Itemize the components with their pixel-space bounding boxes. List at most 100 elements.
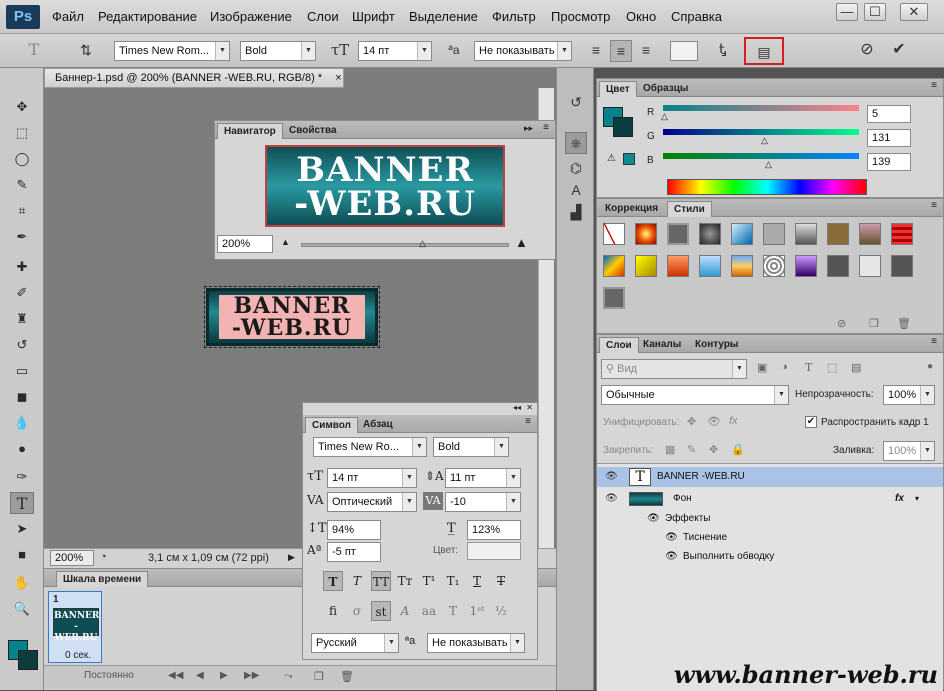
gradient-tool-icon[interactable]: ◼ [10, 386, 34, 408]
text-orientation-icon[interactable]: ⇅ [74, 40, 98, 60]
delete-style-icon[interactable]: 🗑 [897, 317, 911, 330]
char-tracking-select[interactable]: -10 ▼ [445, 492, 521, 512]
filter-adjustment-icon[interactable]: ◑ [781, 361, 788, 373]
r-slider-thumb-icon[interactable]: △ [661, 111, 668, 122]
pen-tool-icon[interactable]: ✑ [10, 466, 34, 488]
small-caps-button[interactable]: Tт [395, 571, 415, 591]
style-swatch[interactable] [827, 255, 849, 277]
b-input[interactable]: 139 [867, 153, 911, 171]
char-kerning-select[interactable]: Оптический ▼ [327, 492, 417, 512]
underline-button[interactable]: T [467, 571, 487, 591]
style-swatch[interactable] [635, 223, 657, 245]
first-frame-icon[interactable]: ◀◀ [168, 670, 183, 681]
menu-select[interactable]: Выделение [409, 9, 478, 24]
zoom-out-icon[interactable]: ▲ [281, 237, 290, 247]
style-swatch[interactable] [699, 223, 721, 245]
r-slider[interactable] [663, 105, 859, 111]
brush-tool-icon[interactable]: ✐ [10, 282, 34, 304]
blur-tool-icon[interactable]: 💧 [10, 412, 34, 434]
tab-character[interactable]: Символ [305, 417, 358, 433]
eye-icon[interactable]: 👁 [605, 467, 618, 487]
filter-pixel-icon[interactable]: ▣ [757, 361, 767, 374]
eye-icon[interactable]: 👁 [665, 528, 678, 548]
status-zoom-input[interactable]: 200% [50, 550, 94, 566]
lasso-tool-icon[interactable]: ◯ [10, 148, 34, 170]
collapse-icon[interactable]: ▸▸ [524, 123, 533, 134]
char-color-swatch[interactable] [467, 542, 521, 560]
eye-icon[interactable]: 👁 [665, 547, 678, 567]
timeline-title[interactable]: Шкала времени [56, 571, 149, 587]
tab-navigator[interactable]: Навигатор [217, 123, 283, 139]
menu-help[interactable]: Справка [671, 9, 722, 24]
color-panel-bg-swatch[interactable] [613, 117, 633, 137]
gamut-swatch[interactable] [623, 153, 635, 165]
shape-tool-icon[interactable]: ■ [10, 544, 34, 566]
char-hscale-input[interactable]: 123% [467, 520, 521, 540]
propagate-frame-checkbox[interactable]: ✔ [805, 416, 817, 428]
panel-menu-icon[interactable]: ≡ [543, 122, 549, 133]
next-frame-icon[interactable]: ▶▶ [244, 670, 259, 681]
tab-properties[interactable]: Свойства [283, 123, 343, 139]
duplicate-frame-icon[interactable]: ❐ [314, 670, 324, 683]
char-antialias-select[interactable]: Не показывать ▼ [427, 633, 525, 653]
layer-name[interactable]: BANNER -WEB.RU [657, 467, 745, 487]
commit-icon[interactable]: ✔ [888, 40, 910, 60]
style-swatch[interactable] [859, 255, 881, 277]
font-style-select[interactable]: Bold ▼ [240, 41, 316, 61]
collapse-icon[interactable]: ◂◂ [513, 403, 521, 412]
menu-type[interactable]: Шрифт [352, 9, 395, 24]
type-tool-icon[interactable]: T [10, 492, 34, 514]
style-swatch[interactable] [635, 255, 657, 277]
layer-row[interactable]: 👁 Фон fx ▾ [597, 489, 943, 509]
delete-frame-icon[interactable]: 🗑 [340, 670, 354, 683]
char-font-style-select[interactable]: Bold ▼ [433, 437, 509, 457]
new-style-icon[interactable]: ❐ [869, 317, 879, 330]
color-spectrum[interactable] [667, 179, 867, 195]
warp-text-icon[interactable]: Ꮏ [712, 40, 734, 60]
status-icon[interactable]: ◔ [100, 551, 107, 563]
expand-effects-icon[interactable]: ▾ [915, 489, 919, 509]
status-menu-arrow-icon[interactable]: ▶ [288, 552, 295, 563]
fx-icon[interactable]: fx [895, 489, 904, 509]
filter-toggle-icon[interactable]: ● [927, 361, 933, 372]
lock-transparent-icon[interactable]: ▦ [665, 443, 675, 456]
fill-input[interactable]: 100% ▼ [883, 441, 935, 461]
tween-icon[interactable]: ⤳ [284, 670, 293, 683]
quick-select-tool-icon[interactable]: ✎ [10, 174, 34, 196]
language-select[interactable]: Русский ▼ [311, 633, 399, 653]
char-baseline-input[interactable]: -5 пт [327, 542, 381, 562]
menu-filter[interactable]: Фильтр [492, 9, 536, 24]
tab-paragraph[interactable]: Абзац [357, 417, 399, 433]
style-swatch[interactable] [667, 223, 689, 245]
tab-swatches[interactable]: Образцы [637, 81, 694, 97]
char-vscale-input[interactable]: 94% [327, 520, 381, 540]
style-none[interactable]: ╲ [603, 223, 625, 245]
panel-menu-icon[interactable]: ≡ [525, 416, 531, 427]
menu-layers[interactable]: Слои [307, 9, 339, 24]
unify-style-icon[interactable]: fx [729, 415, 738, 427]
style-swatch[interactable] [699, 255, 721, 277]
type-tool-preset-icon[interactable]: T [22, 40, 46, 60]
navigator-zoom-slider[interactable] [301, 243, 509, 247]
lock-position-icon[interactable]: ✥ [709, 443, 718, 456]
3d-panel-icon[interactable]: ⌬ [565, 158, 587, 178]
panel-menu-icon[interactable]: ≡ [931, 80, 937, 91]
history-panel-icon[interactable]: ↺ [565, 92, 587, 112]
panel-menu-icon[interactable]: ≡ [931, 200, 937, 211]
style-swatch[interactable] [667, 255, 689, 277]
style-swatch[interactable] [763, 255, 785, 277]
loop-select[interactable]: Постоянно [84, 670, 134, 681]
filter-shape-icon[interactable]: ⬚ [827, 361, 837, 374]
minimize-button[interactable]: — [836, 3, 858, 21]
eraser-tool-icon[interactable]: ▭ [10, 360, 34, 382]
tab-styles[interactable]: Стили [667, 201, 712, 217]
move-tool-icon[interactable]: ✥ [10, 96, 34, 118]
g-input[interactable]: 131 [867, 129, 911, 147]
b-slider[interactable] [663, 153, 859, 159]
healing-tool-icon[interactable]: ✚ [10, 256, 34, 278]
style-swatch[interactable] [603, 287, 625, 309]
ornaments-button[interactable]: T [443, 601, 463, 621]
tab-adjustments[interactable]: Коррекция [599, 201, 664, 217]
navigator-zoom-input[interactable]: 200% [217, 235, 273, 253]
toggle-panels-button[interactable]: ▤ [744, 37, 784, 65]
